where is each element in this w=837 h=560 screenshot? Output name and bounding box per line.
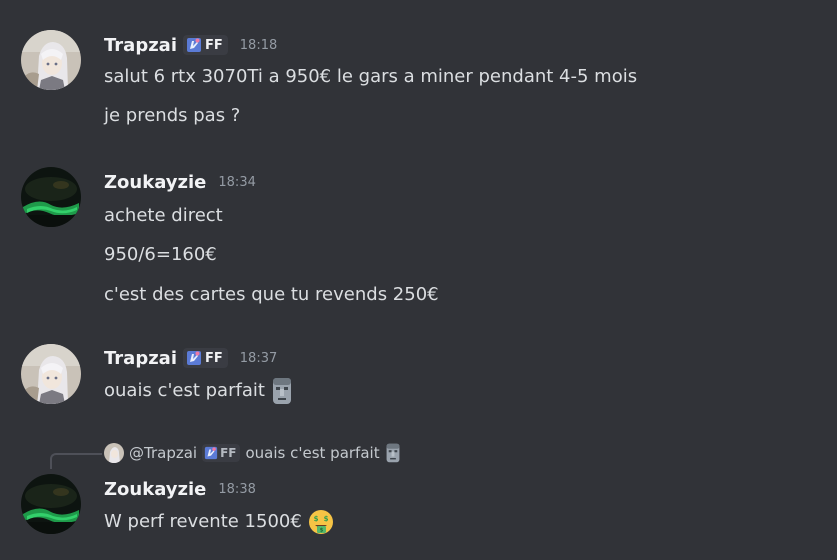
timestamp: 18:37	[239, 350, 278, 366]
svg-text:$: $	[320, 528, 324, 534]
reply-mention[interactable]: @Trapzai	[129, 444, 197, 462]
reply-clan-tag: FF	[202, 444, 241, 462]
username[interactable]: Zoukayzie	[104, 479, 206, 500]
username[interactable]: Zoukayzie	[104, 172, 206, 193]
message-text: W perf revente 1500€	[104, 511, 302, 532]
avatar-zoukayzie[interactable]	[21, 474, 81, 534]
timestamp: 18:18	[239, 37, 278, 53]
avatar-trapzai[interactable]	[21, 344, 81, 404]
message-text: 950/6=160€	[104, 244, 217, 265]
timestamp: 18:38	[218, 481, 256, 497]
reply-preview[interactable]: @Trapzai FF ouais c'est parfait	[104, 442, 401, 464]
timestamp: 18:34	[218, 174, 256, 190]
clan-tag-label: FF	[205, 350, 223, 366]
moai-emoji-icon	[272, 378, 291, 404]
reply-clan-tag-label: FF	[220, 446, 237, 460]
message-header: Trapzai FF 18:18	[104, 32, 277, 58]
message-line: W perf revente 1500€ $ $ $	[104, 509, 334, 535]
clan-tag-label: FF	[205, 37, 223, 53]
message-text: c'est des cartes que tu revends 250€	[104, 284, 439, 305]
clan-tag[interactable]: FF	[183, 348, 228, 368]
message-text: achete direct	[104, 205, 223, 226]
clan-tag[interactable]: FF	[183, 35, 228, 55]
reply-text: ouais c'est parfait	[245, 444, 380, 462]
clan-badge-icon	[187, 351, 202, 365]
avatar-trapzai[interactable]	[21, 30, 81, 90]
avatar-zoukayzie[interactable]	[21, 167, 81, 227]
svg-text:$: $	[323, 515, 328, 523]
username[interactable]: Trapzai	[104, 35, 177, 56]
message-header: Zoukayzie 18:38	[104, 476, 256, 502]
reply-avatar	[104, 443, 124, 463]
message-header: Zoukayzie 18:34	[104, 169, 256, 195]
message-text: ouais c'est parfait	[104, 380, 265, 401]
chat-channel: Trapzai FF 18:18 salut 6 rtx 3070Ti a 95…	[0, 0, 837, 560]
message-text: je prends pas ?	[104, 105, 241, 126]
clan-badge-icon	[187, 38, 202, 52]
money-mouth-face-emoji-icon: $ $ $	[308, 510, 333, 534]
reply-connector	[50, 453, 102, 469]
svg-text:$: $	[313, 515, 318, 523]
moai-emoji-icon	[386, 443, 400, 463]
message-header: Trapzai FF 18:37	[104, 345, 277, 371]
message-line: ouais c'est parfait	[104, 377, 293, 405]
clan-badge-icon	[204, 446, 218, 460]
username[interactable]: Trapzai	[104, 348, 177, 369]
message-text: salut 6 rtx 3070Ti a 950€ le gars a mine…	[104, 66, 638, 87]
